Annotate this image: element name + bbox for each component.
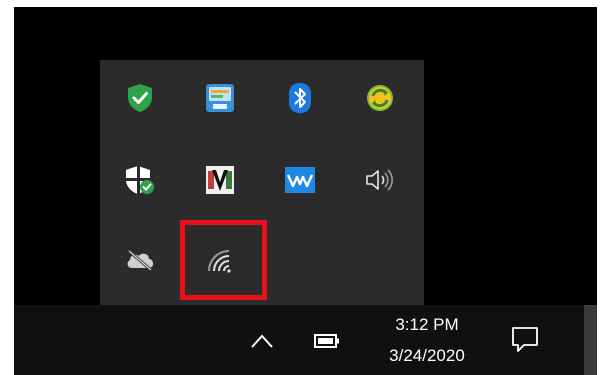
clock-time: 3:12 PM	[395, 315, 459, 334]
bluetooth-icon[interactable]	[280, 78, 320, 118]
speaker-volume-icon[interactable]	[360, 160, 400, 200]
waves-audio-icon[interactable]	[280, 160, 320, 200]
highlight-box	[180, 220, 267, 300]
action-center-icon[interactable]	[508, 322, 542, 356]
taskbar-show-desktop-edge[interactable]	[584, 305, 597, 375]
windows-defender-icon[interactable]	[120, 160, 160, 200]
sync-icon[interactable]	[360, 78, 400, 118]
windows-security-icon[interactable]	[120, 78, 160, 118]
app-v-icon[interactable]	[200, 160, 240, 200]
taskbar-clock[interactable]: 3:12 PM 3/24/2020	[352, 305, 502, 375]
clock-date: 3/24/2020	[389, 346, 465, 365]
network-tool-icon[interactable]	[200, 78, 240, 118]
onedrive-icon[interactable]	[120, 240, 160, 280]
battery-icon[interactable]	[312, 330, 342, 352]
chevron-up-icon[interactable]	[248, 328, 276, 354]
